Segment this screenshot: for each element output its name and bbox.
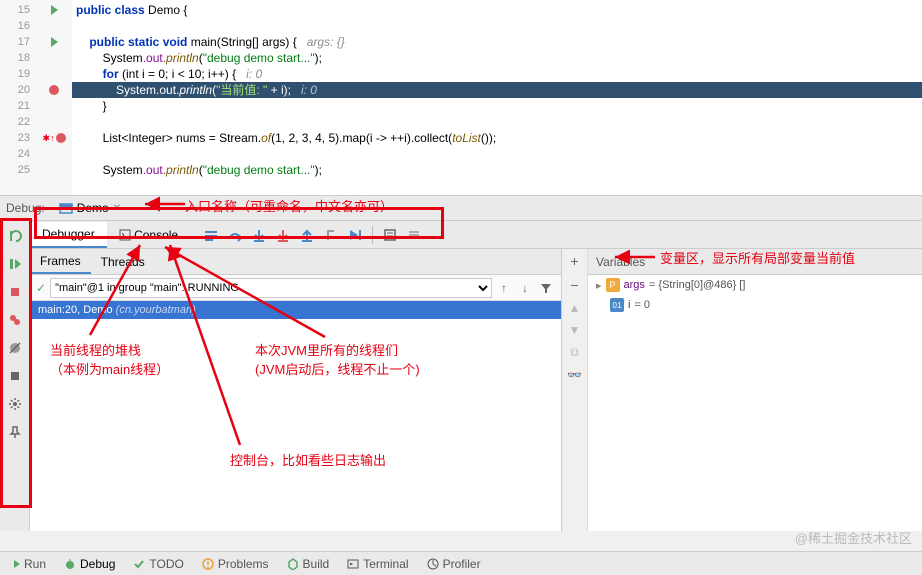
variables-pane: + − ▲ ▼ ⧉ 👓 Variables ▸P args = {String[… <box>562 249 922 531</box>
run-gutter: ✱↑ <box>36 0 72 195</box>
get-thread-dump-button[interactable] <box>4 365 26 387</box>
build-tool-tab[interactable]: Build <box>279 554 338 574</box>
todo-tool-tab[interactable]: TODO <box>125 554 191 574</box>
stack-frame-row[interactable]: main:20, Demo (cn.yourbatman) <box>30 301 561 319</box>
thread-dropdown[interactable]: "main"@1 in group "main": RUNNING <box>50 278 492 298</box>
rerun-button[interactable] <box>4 225 26 247</box>
run-icon[interactable] <box>51 5 58 15</box>
profiler-tool-tab[interactable]: Profiler <box>419 554 489 574</box>
console-tab[interactable]: Console <box>107 223 190 247</box>
force-step-into-button[interactable] <box>272 224 294 246</box>
duplicate-button[interactable]: ⧉ <box>570 345 579 360</box>
debug-config-name: Demo <box>77 201 109 215</box>
code-body[interactable]: public class Demo { public static void m… <box>72 0 922 195</box>
vars-toolbar: + − ▲ ▼ ⧉ 👓 <box>562 249 588 531</box>
new-watch-button[interactable]: + <box>570 253 578 269</box>
code-editor[interactable]: 151617 181920 212223 2425 ✱↑ public clas… <box>0 0 922 195</box>
frames-subtab[interactable]: Frames <box>30 250 91 274</box>
step-out-button[interactable] <box>296 224 318 246</box>
prev-frame-button[interactable]: ↑ <box>495 279 513 297</box>
show-watches-button[interactable]: 👓 <box>567 368 582 382</box>
variables-header: Variables <box>588 249 922 275</box>
close-icon[interactable]: ✕ <box>113 203 121 214</box>
filter-button[interactable] <box>537 279 555 297</box>
breakpoint-icon[interactable] <box>49 85 59 95</box>
step-over-button[interactable] <box>224 224 246 246</box>
evaluate-expression-button[interactable] <box>379 224 401 246</box>
mute-breakpoints-button[interactable] <box>4 337 26 359</box>
up-button[interactable]: ▲ <box>569 301 581 315</box>
debugger-tab[interactable]: Debugger <box>30 222 107 248</box>
todo-icon <box>133 558 145 570</box>
next-frame-button[interactable]: ↓ <box>516 279 534 297</box>
stop-button[interactable] <box>4 281 26 303</box>
threads-subtab[interactable]: Threads <box>91 251 155 273</box>
frames-pane: Frames Threads ✓ "main"@1 in group "main… <box>30 249 562 531</box>
show-execution-point-button[interactable] <box>200 224 222 246</box>
debug-left-toolbar <box>0 221 30 531</box>
application-icon <box>59 201 73 215</box>
pin-button[interactable] <box>4 421 26 443</box>
step-toolbar <box>196 222 429 248</box>
breakpoint-icon[interactable] <box>56 133 66 143</box>
settings-button[interactable] <box>4 393 26 415</box>
resume-button[interactable] <box>4 253 26 275</box>
bug-icon <box>64 558 76 570</box>
console-icon <box>119 229 131 241</box>
line-gutter: 151617 181920 212223 2425 <box>0 0 36 195</box>
trace-current-stream-button[interactable] <box>403 224 425 246</box>
problems-icon <box>202 558 214 570</box>
int-badge-icon: 01 <box>610 298 624 312</box>
debug-tool-tab[interactable]: Debug <box>56 554 123 574</box>
run-icon <box>14 560 20 568</box>
bottom-tool-bar: Run Debug TODO Problems Build Terminal P… <box>0 551 922 575</box>
variable-row[interactable]: ▸P args = {String[0]@486} [] <box>588 275 922 295</box>
run-tool-tab[interactable]: Run <box>6 554 54 574</box>
terminal-tool-tab[interactable]: Terminal <box>339 554 416 574</box>
step-into-button[interactable] <box>248 224 270 246</box>
build-icon <box>287 558 299 570</box>
thread-selector-row: ✓ "main"@1 in group "main": RUNNING ↑ ↓ <box>30 275 561 301</box>
debugger-tabs: Debugger Console <box>30 221 922 249</box>
terminal-icon <box>347 558 359 570</box>
run-icon[interactable] <box>51 37 58 47</box>
watermark: @稀土掘金技术社区 <box>795 528 912 547</box>
remove-watch-button[interactable]: − <box>570 277 578 293</box>
down-button[interactable]: ▼ <box>569 323 581 337</box>
drop-frame-button[interactable] <box>320 224 342 246</box>
param-badge-icon: P <box>606 278 620 292</box>
problems-tool-tab[interactable]: Problems <box>194 554 277 574</box>
run-to-cursor-button[interactable] <box>344 224 366 246</box>
profiler-icon <box>427 558 439 570</box>
check-icon: ✓ <box>36 281 46 295</box>
variable-row[interactable]: 01 i = 0 <box>588 295 922 315</box>
debug-label: Debug: <box>6 201 45 215</box>
view-breakpoints-button[interactable] <box>4 309 26 331</box>
debug-config-tab[interactable]: Demo ✕ <box>53 199 127 217</box>
debug-header: Debug: Demo ✕ <box>0 195 922 221</box>
